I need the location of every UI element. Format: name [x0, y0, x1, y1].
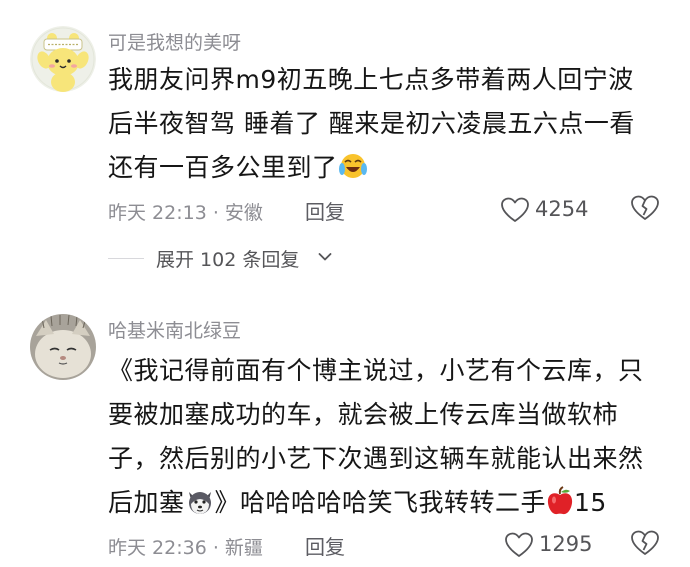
comment-line-text: 》哈哈哈哈哈笑飞我转转二手 — [214, 488, 547, 517]
avatar[interactable] — [30, 314, 96, 380]
comment-line: 子，然后别的小艺下次遇到这辆车就能认出来然 — [108, 444, 644, 473]
red-apple-emoji — [546, 486, 574, 530]
comment-meta: 昨天 22:36 · 新疆 回复 1295 — [108, 530, 668, 560]
apple-count: 15 — [574, 488, 607, 517]
comment-line-text: 后加塞 — [108, 488, 185, 517]
comment-line: 后加塞 》哈哈哈哈哈笑飞我转转二手 15 — [108, 481, 668, 530]
time-location: 昨天 22:36 · 新疆 — [108, 537, 263, 559]
comment-text: 《我记得前面有个博主说过，小艺有个云库，只 要被加塞成功的车，就会被上传云库当做… — [108, 349, 668, 530]
comment-line: 要被加塞成功的车，就会被上传云库当做软柿 — [108, 400, 619, 429]
username[interactable]: 哈基米南北绿豆 — [108, 316, 241, 343]
dislike-button[interactable] — [631, 530, 661, 560]
broken-heart-icon — [631, 530, 659, 555]
cat-avatar-icon — [30, 314, 96, 380]
heart-outline-icon — [505, 532, 533, 557]
comment-list: 可是我想的美呀 我朋友问界m9初五晚上七点多带着两人回宁波 后半夜智驾 睡着了 … — [0, 0, 690, 567]
comment-item: 哈基米南北绿豆 《我记得前面有个博主说过，小艺有个云库，只 要被加塞成功的车，就… — [0, 0, 690, 567]
comment-line: 《我记得前面有个博主说过，小艺有个云库，只 — [108, 356, 644, 385]
husky-dog-emoji — [185, 486, 215, 530]
like-count: 1295 — [539, 532, 593, 556]
reply-button[interactable]: 回复 — [305, 531, 345, 560]
